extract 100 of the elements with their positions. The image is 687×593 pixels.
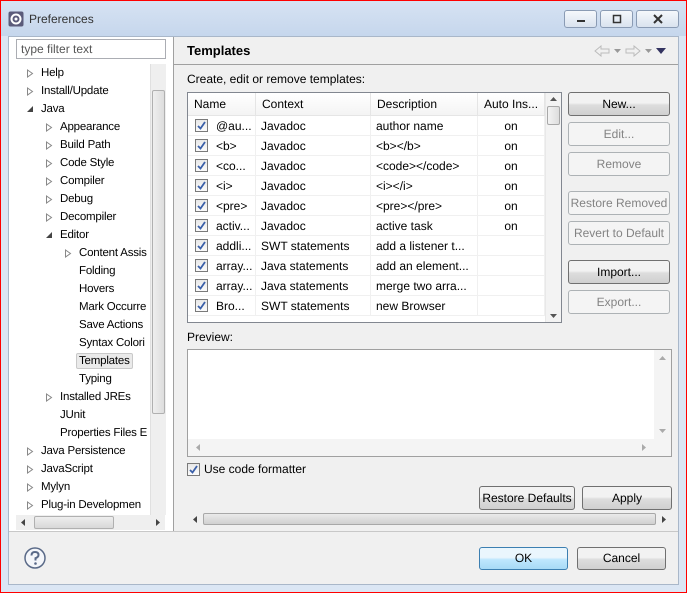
- table-cell: on: [504, 198, 518, 212]
- collapsed-arrow-icon[interactable]: [45, 392, 53, 402]
- tree-item[interactable]: Compiler: [57, 173, 108, 189]
- table-row[interactable]: <i> Javadoc <i></i> on: [188, 176, 545, 196]
- table-row[interactable]: Bro... SWT statements new Browser: [188, 296, 545, 316]
- table-cell: author name: [376, 118, 444, 132]
- scroll-thumb[interactable]: [152, 90, 165, 414]
- tree-item[interactable]: Decompiler: [57, 209, 120, 225]
- tree-item[interactable]: Java: [38, 101, 68, 117]
- tree-item[interactable]: Properties Files E: [57, 425, 150, 441]
- right-arrow-icon[interactable]: [662, 516, 666, 522]
- tree-item[interactable]: Typing: [76, 371, 115, 387]
- left-arrow-icon[interactable]: [193, 516, 197, 522]
- table-cell: <b>: [216, 138, 237, 152]
- table-row[interactable]: addli... SWT statements add a listener t...: [188, 236, 545, 256]
- scroll-thumb[interactable]: [547, 106, 560, 125]
- help-icon[interactable]: [24, 547, 46, 569]
- checkbox[interactable]: [195, 199, 208, 212]
- table-cell: Javadoc: [261, 158, 306, 172]
- checkbox[interactable]: [195, 179, 208, 192]
- checkbox[interactable]: [195, 219, 208, 232]
- tree-item[interactable]: Build Path: [57, 137, 114, 153]
- tree-item[interactable]: Java Persistence: [38, 443, 128, 459]
- tree-item[interactable]: Folding: [76, 263, 118, 279]
- table-cell: Javadoc: [261, 138, 306, 152]
- tree-item[interactable]: Code Style: [57, 155, 118, 171]
- tree-item[interactable]: Templates: [76, 353, 133, 369]
- tree-item[interactable]: Help: [38, 65, 67, 81]
- table-cell: activ...: [216, 218, 250, 232]
- table-cell: Javadoc: [261, 198, 306, 212]
- checkbox[interactable]: [195, 239, 208, 252]
- dialog-button[interactable]: Cancel: [577, 546, 666, 570]
- checkbox[interactable]: [195, 259, 208, 272]
- maximize-button[interactable]: [600, 10, 633, 28]
- table-row[interactable]: @au... Javadoc author name on: [188, 116, 545, 136]
- tree-item[interactable]: Hovers: [76, 281, 118, 297]
- checkbox[interactable]: [195, 299, 208, 312]
- window-title: Preferences: [29, 12, 95, 26]
- table-row[interactable]: activ... Javadoc active task on: [188, 216, 545, 236]
- tree-item[interactable]: Syntax Colori: [76, 335, 148, 351]
- expanded-arrow-icon[interactable]: [45, 231, 53, 239]
- action-button[interactable]: Restore Defaults: [479, 486, 575, 510]
- scroll-thumb[interactable]: [203, 513, 656, 525]
- horizontal-scrollbar[interactable]: [16, 515, 165, 530]
- table-row[interactable]: array... Java statements merge two arra...: [188, 276, 545, 296]
- vertical-scrollbar[interactable]: [150, 64, 166, 515]
- column-header[interactable]: Context: [256, 93, 371, 115]
- expanded-arrow-icon[interactable]: [26, 105, 34, 113]
- table-row[interactable]: array... Java statements add an element...: [188, 256, 545, 276]
- minimize-button[interactable]: [564, 10, 597, 28]
- vertical-scrollbar[interactable]: [545, 93, 561, 322]
- tree-item[interactable]: JUnit: [57, 407, 88, 423]
- up-arrow-icon[interactable]: [550, 97, 557, 101]
- caret-icon[interactable]: [645, 48, 652, 52]
- table-cell: <code></code>: [376, 158, 460, 172]
- tree-item[interactable]: Appearance: [57, 119, 124, 135]
- left-arrow-icon[interactable]: [21, 519, 25, 526]
- action-button[interactable]: New...: [568, 92, 670, 116]
- menu-caret-icon[interactable]: [656, 48, 666, 54]
- collapsed-arrow-icon[interactable]: [64, 248, 72, 258]
- table-row[interactable]: <pre> Javadoc <pre></pre> on: [188, 196, 545, 216]
- filter-field[interactable]: type filter text: [16, 39, 166, 59]
- table-cell: Javadoc: [261, 218, 306, 232]
- table-row[interactable]: <co... Javadoc <code></code> on: [188, 156, 545, 176]
- right-arrow-icon[interactable]: [156, 519, 160, 526]
- tree-item[interactable]: JavaScript: [38, 461, 96, 477]
- table-row[interactable]: <b> Javadoc <b></b> on: [188, 136, 545, 156]
- tree-item[interactable]: Editor: [57, 227, 92, 243]
- description-text: Create, edit or remove templates:: [187, 72, 366, 86]
- checkbox[interactable]: [195, 279, 208, 292]
- tree-item[interactable]: Content Assis: [76, 245, 150, 261]
- close-icon: [652, 14, 664, 24]
- tree-item[interactable]: Mylyn: [38, 479, 74, 495]
- caret-icon[interactable]: [614, 48, 621, 52]
- tree-item[interactable]: Save Actions: [76, 317, 146, 333]
- column-header[interactable]: Description: [371, 93, 478, 115]
- action-button[interactable]: Apply: [582, 486, 672, 510]
- tree-item[interactable]: Mark Occurre: [76, 299, 150, 315]
- tree-item[interactable]: Installed JREs: [57, 389, 134, 405]
- table-cell: <pre></pre>: [376, 198, 442, 212]
- tree-item[interactable]: Plug-in Developmen: [38, 497, 144, 513]
- page-title: Templates: [187, 43, 250, 58]
- checkbox[interactable]: [195, 159, 208, 172]
- down-arrow-icon[interactable]: [550, 314, 557, 318]
- checkbox[interactable]: [195, 119, 208, 132]
- table-cell: SWT statements: [261, 298, 350, 312]
- scroll-thumb[interactable]: [34, 516, 114, 529]
- checkbox-label: Use code formatter: [204, 462, 306, 476]
- checkbox[interactable]: [195, 139, 208, 152]
- tree-item[interactable]: Install/Update: [38, 83, 112, 99]
- checkbox[interactable]: [187, 462, 200, 476]
- tree-item[interactable]: Debug: [57, 191, 96, 207]
- action-button[interactable]: Import...: [568, 260, 670, 284]
- table-cell: Javadoc: [261, 118, 306, 132]
- close-button[interactable]: [636, 10, 679, 28]
- table-cell: Bro...: [216, 298, 245, 312]
- table-cell: Javadoc: [261, 178, 306, 192]
- table-cell: on: [504, 178, 518, 192]
- dialog-button[interactable]: OK: [479, 546, 568, 570]
- column-header[interactable]: Name: [188, 93, 256, 115]
